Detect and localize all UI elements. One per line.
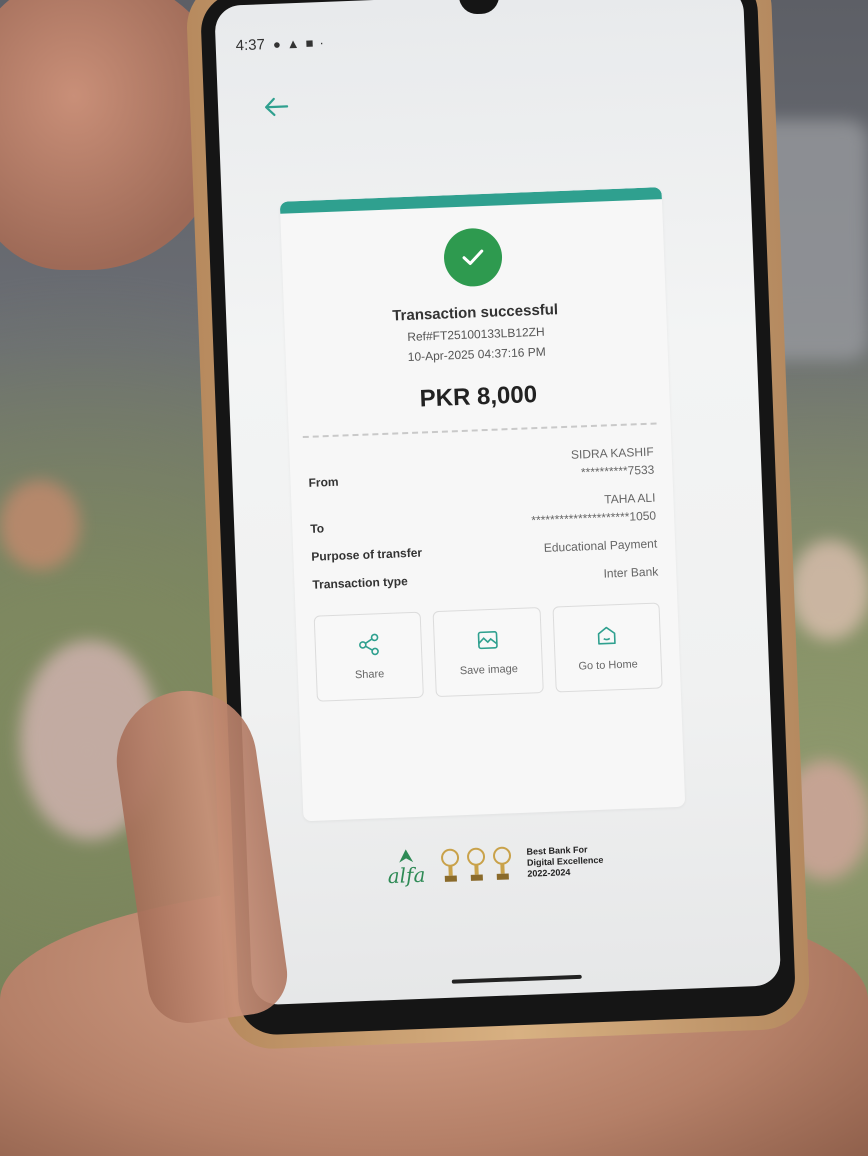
detail-label: To — [310, 521, 325, 536]
award-line: 2022-2024 — [527, 866, 571, 879]
more-notifications-icon: · — [319, 34, 325, 50]
alfa-logo-text: alfa — [387, 862, 426, 889]
detail-values: SIDRA KASHIF **********7533 — [571, 443, 655, 482]
success-badge — [442, 227, 504, 288]
receipt-actions: Share Save image Go to Home — [295, 580, 681, 703]
share-icon — [358, 633, 379, 656]
share-button[interactable]: Share — [313, 611, 425, 702]
status-bar: 4:37 ● ▲ ■ · — [235, 17, 724, 56]
trophy-icon — [440, 848, 459, 882]
sender-account: **********7533 — [580, 462, 655, 480]
recipient-account: *********************1050 — [531, 508, 657, 528]
detail-label: Purpose of transfer — [311, 545, 423, 564]
checkmark-icon — [462, 249, 484, 265]
trophy-icon — [492, 846, 511, 880]
detail-row-purpose: Purpose of transfer Educational Payment — [311, 535, 657, 566]
receipt-accent-bar — [279, 187, 662, 214]
save-image-button[interactable]: Save image — [432, 607, 544, 698]
status-icons: ● ▲ ■ · — [273, 34, 324, 51]
receipt-card: Transaction successful Ref#FT25100133LB1… — [279, 187, 686, 822]
back-button[interactable] — [257, 88, 294, 125]
alfa-logo: alfa — [387, 848, 426, 889]
go-to-home-label: Go to Home — [578, 658, 638, 673]
phone-screen: 4:37 ● ▲ ■ · Transaction successful Ref#… — [214, 0, 782, 1006]
home-indicator[interactable] — [451, 974, 582, 984]
detail-row-from: From SIDRA KASHIF **********7533 — [308, 443, 655, 492]
award-trophies — [438, 845, 513, 884]
phone-bezel: 4:37 ● ▲ ■ · Transaction successful Ref#… — [199, 0, 797, 1036]
navigation-icon: ▲ — [286, 35, 300, 51]
home-icon — [598, 626, 617, 645]
detail-row-to: To TAHA ALI *********************1050 — [309, 489, 656, 538]
background-fabric-pattern — [0, 480, 80, 570]
status-time: 4:37 — [235, 35, 266, 54]
share-label: Share — [354, 668, 385, 682]
image-icon — [477, 631, 498, 650]
background-fabric-pattern — [790, 540, 868, 640]
detail-label: From — [308, 474, 339, 490]
transaction-amount: PKR 8,000 — [419, 381, 538, 413]
detail-values: Inter Bank — [603, 563, 658, 583]
transaction-type-value: Inter Bank — [603, 564, 659, 581]
detail-values: Educational Payment — [543, 535, 658, 557]
arrow-left-icon — [265, 97, 289, 117]
detail-values: TAHA ALI *********************1050 — [530, 489, 656, 530]
trophy-icon — [466, 847, 485, 881]
chat-notification-icon: ● — [272, 36, 282, 52]
phone: 4:37 ● ▲ ■ · Transaction successful Ref#… — [185, 0, 811, 1051]
camera-notch — [458, 0, 500, 15]
save-image-label: Save image — [459, 662, 519, 678]
game-icon: ■ — [305, 34, 314, 51]
bank-branding: alfa Best Bank For Digital Excellence 20… — [386, 827, 668, 898]
award-text: Best Bank For Digital Excellence 2022-20… — [526, 843, 604, 879]
purpose-value: Educational Payment — [543, 536, 658, 555]
details-list: From SIDRA KASHIF **********7533 To TAHA… — [289, 424, 677, 595]
go-to-home-button[interactable]: Go to Home — [552, 602, 663, 693]
